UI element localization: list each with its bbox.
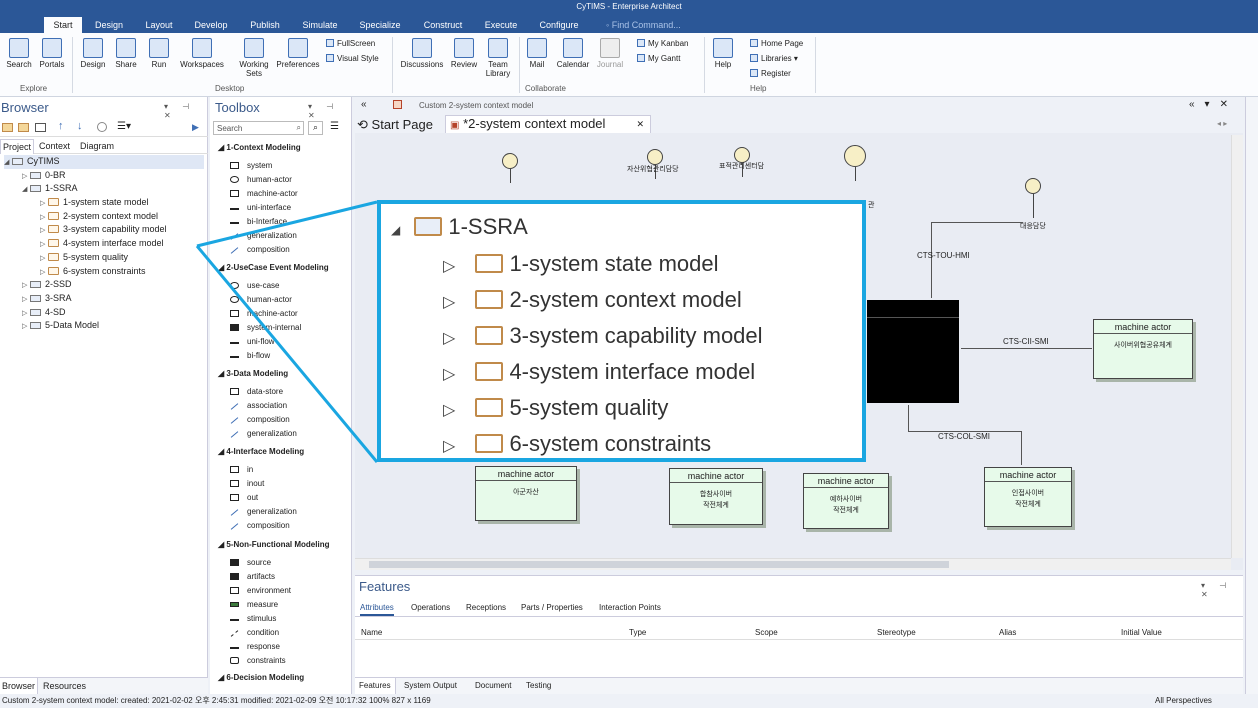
- features-tabs: Attributes Operations Receptions Parts /…: [355, 601, 1243, 617]
- column-header-stereotype[interactable]: Stereotype: [877, 628, 916, 637]
- zoom-row-label: 6-system constraints: [509, 431, 712, 456]
- features-title: Features: [359, 579, 411, 594]
- zoom-row: ▷ 4-system interface model: [443, 359, 755, 385]
- status-text: Custom 2-system context model: created: …: [2, 696, 431, 705]
- zoom-row-label: 4-system interface model: [509, 359, 756, 384]
- perspective-selector[interactable]: All Perspectives: [1155, 694, 1212, 708]
- tab-operations[interactable]: Operations: [411, 603, 450, 612]
- features-panel: Features ▾ ⊣ ✕ Attributes Operations Rec…: [355, 575, 1243, 677]
- expand-icon: ▷: [443, 438, 456, 455]
- collapse-icon: ◢: [391, 223, 401, 237]
- expand-icon: ▷: [443, 258, 456, 275]
- zoom-root-row: ◢ 1-SSRA: [391, 214, 528, 240]
- callout-line: [195, 245, 379, 463]
- tab-testing[interactable]: Testing: [526, 681, 551, 690]
- zoom-root-label: 1-SSRA: [448, 214, 528, 239]
- column-header-alias[interactable]: Alias: [999, 628, 1016, 637]
- zoom-callout: ◢ 1-SSRA ▷ 1-system state model ▷ 2-syst…: [377, 200, 866, 462]
- folder-icon: [475, 254, 504, 273]
- folder-icon: [475, 326, 504, 345]
- column-header-name[interactable]: Name: [361, 628, 382, 637]
- folder-icon: [475, 362, 504, 381]
- folder-icon: [475, 434, 504, 453]
- folder-icon: [475, 398, 504, 417]
- panel-controls[interactable]: ▾ ⊣ ✕: [1201, 581, 1243, 599]
- tab-interaction-points[interactable]: Interaction Points: [599, 603, 661, 612]
- zoom-row: ▷ 2-system context model: [443, 287, 742, 313]
- tab-attributes[interactable]: Attributes: [360, 603, 394, 616]
- tab-parts-properties[interactable]: Parts / Properties: [521, 603, 583, 612]
- zoom-row-label: 2-system context model: [509, 287, 742, 312]
- zoom-row: ▷ 3-system capability model: [443, 323, 763, 349]
- status-bar: Custom 2-system context model: created: …: [0, 694, 1258, 708]
- zoom-row: ▷ 1-system state model: [443, 251, 719, 277]
- column-header-scope[interactable]: Scope: [755, 628, 778, 637]
- zoom-row-label: 3-system capability model: [509, 323, 763, 348]
- zoom-row: ▷ 5-system quality: [443, 395, 668, 421]
- expand-icon: ▷: [443, 402, 456, 419]
- zoom-row-label: 5-system quality: [509, 395, 669, 420]
- column-header-type[interactable]: Type: [629, 628, 646, 637]
- zoom-row-label: 1-system state model: [509, 251, 719, 276]
- expand-icon: ▷: [443, 294, 456, 311]
- tab-document[interactable]: Document: [475, 681, 511, 690]
- output-tabs: Features System Output Document Testing: [355, 677, 1243, 694]
- zoom-row: ▷ 6-system constraints: [443, 431, 711, 457]
- tab-receptions[interactable]: Receptions: [466, 603, 506, 612]
- folder-icon: [475, 290, 504, 309]
- features-column-headers: Name Type Scope Stereotype Alias Initial…: [355, 626, 1243, 640]
- tab-features[interactable]: Features: [355, 678, 396, 694]
- expand-icon: ▷: [443, 330, 456, 347]
- package-icon: [414, 217, 443, 236]
- callout-line: [196, 200, 378, 248]
- tab-system-output[interactable]: System Output: [404, 681, 457, 690]
- column-header-initial-value[interactable]: Initial Value: [1121, 628, 1162, 637]
- expand-icon: ▷: [443, 366, 456, 383]
